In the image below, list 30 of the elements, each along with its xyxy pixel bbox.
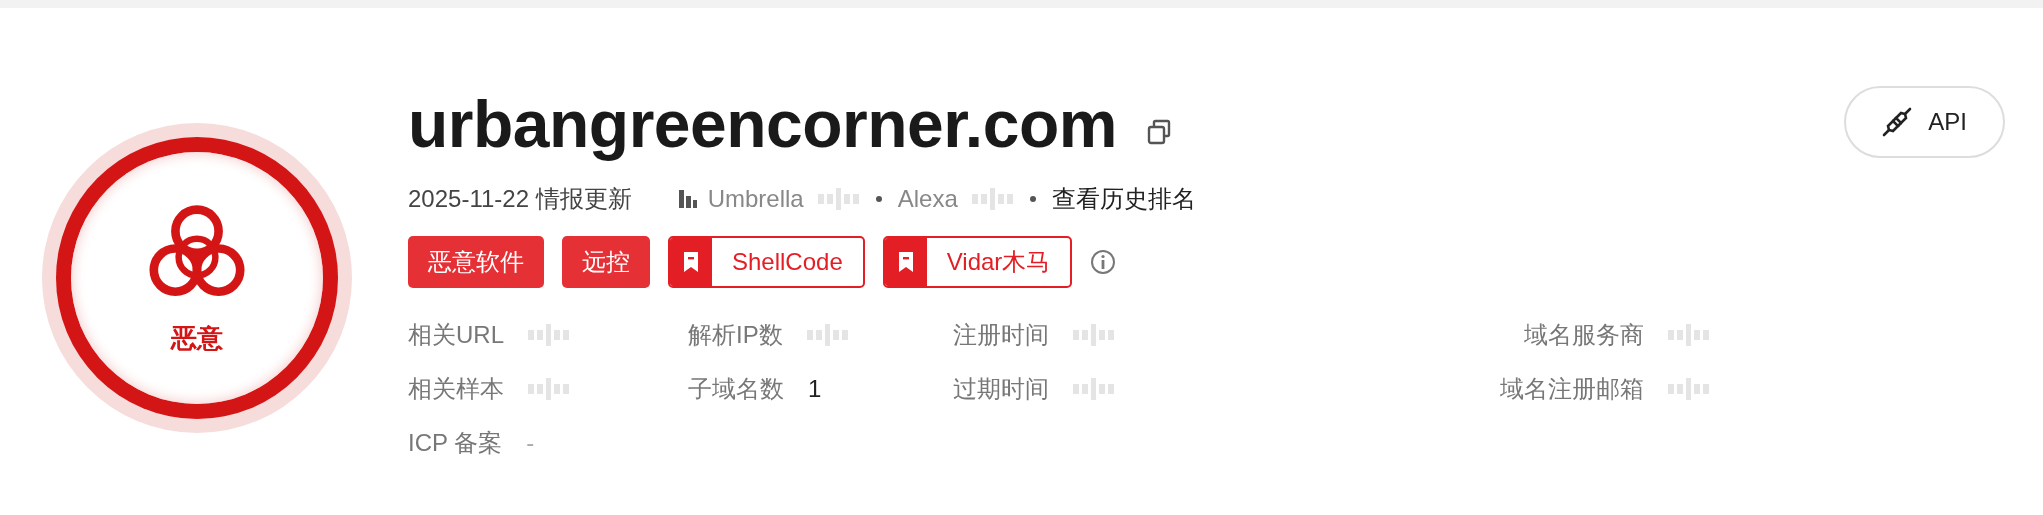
separator-dot (875, 196, 882, 202)
field-value: 1 (808, 375, 822, 403)
verdict-label: 恶意 (171, 321, 223, 355)
ranking-source: Alexa (897, 185, 958, 213)
field-label: ICP 备案 (408, 428, 503, 458)
field-label: 过期时间 (953, 374, 1049, 404)
threat-tag[interactable]: 恶意软件 (408, 236, 544, 288)
api-button[interactable]: API (1844, 86, 2005, 158)
field-label: 注册时间 (953, 320, 1049, 350)
threat-tag[interactable]: 远控 (562, 236, 650, 288)
field-label: 域名注册邮箱 (1500, 374, 1644, 404)
bookmark-icon (884, 238, 927, 286)
threat-tag[interactable]: ShellCode (668, 236, 865, 288)
field-label: 相关样本 (408, 374, 504, 404)
field-label: 相关URL (408, 320, 504, 350)
field-value: - (526, 429, 535, 457)
field-label: 解析IP数 (688, 320, 783, 350)
plug-icon (1882, 107, 1913, 137)
ranking-source: Umbrella (707, 185, 804, 213)
separator-dot (1029, 196, 1036, 202)
bar-chart-icon (677, 189, 698, 209)
threat-tag[interactable]: Vidar木马 (882, 236, 1073, 288)
update-date: 2025-11-22 情报更新 (408, 184, 632, 214)
field-label: 域名服务商 (1524, 320, 1644, 350)
info-icon[interactable] (1090, 249, 1117, 275)
history-ranking-link[interactable]: 查看历史排名 (1051, 183, 1196, 215)
bookmark-icon (670, 238, 712, 286)
field-label: 子域名数 (688, 374, 784, 404)
copy-icon[interactable] (1146, 119, 1171, 145)
domain-title: urbangreencorner.com (408, 86, 1117, 162)
